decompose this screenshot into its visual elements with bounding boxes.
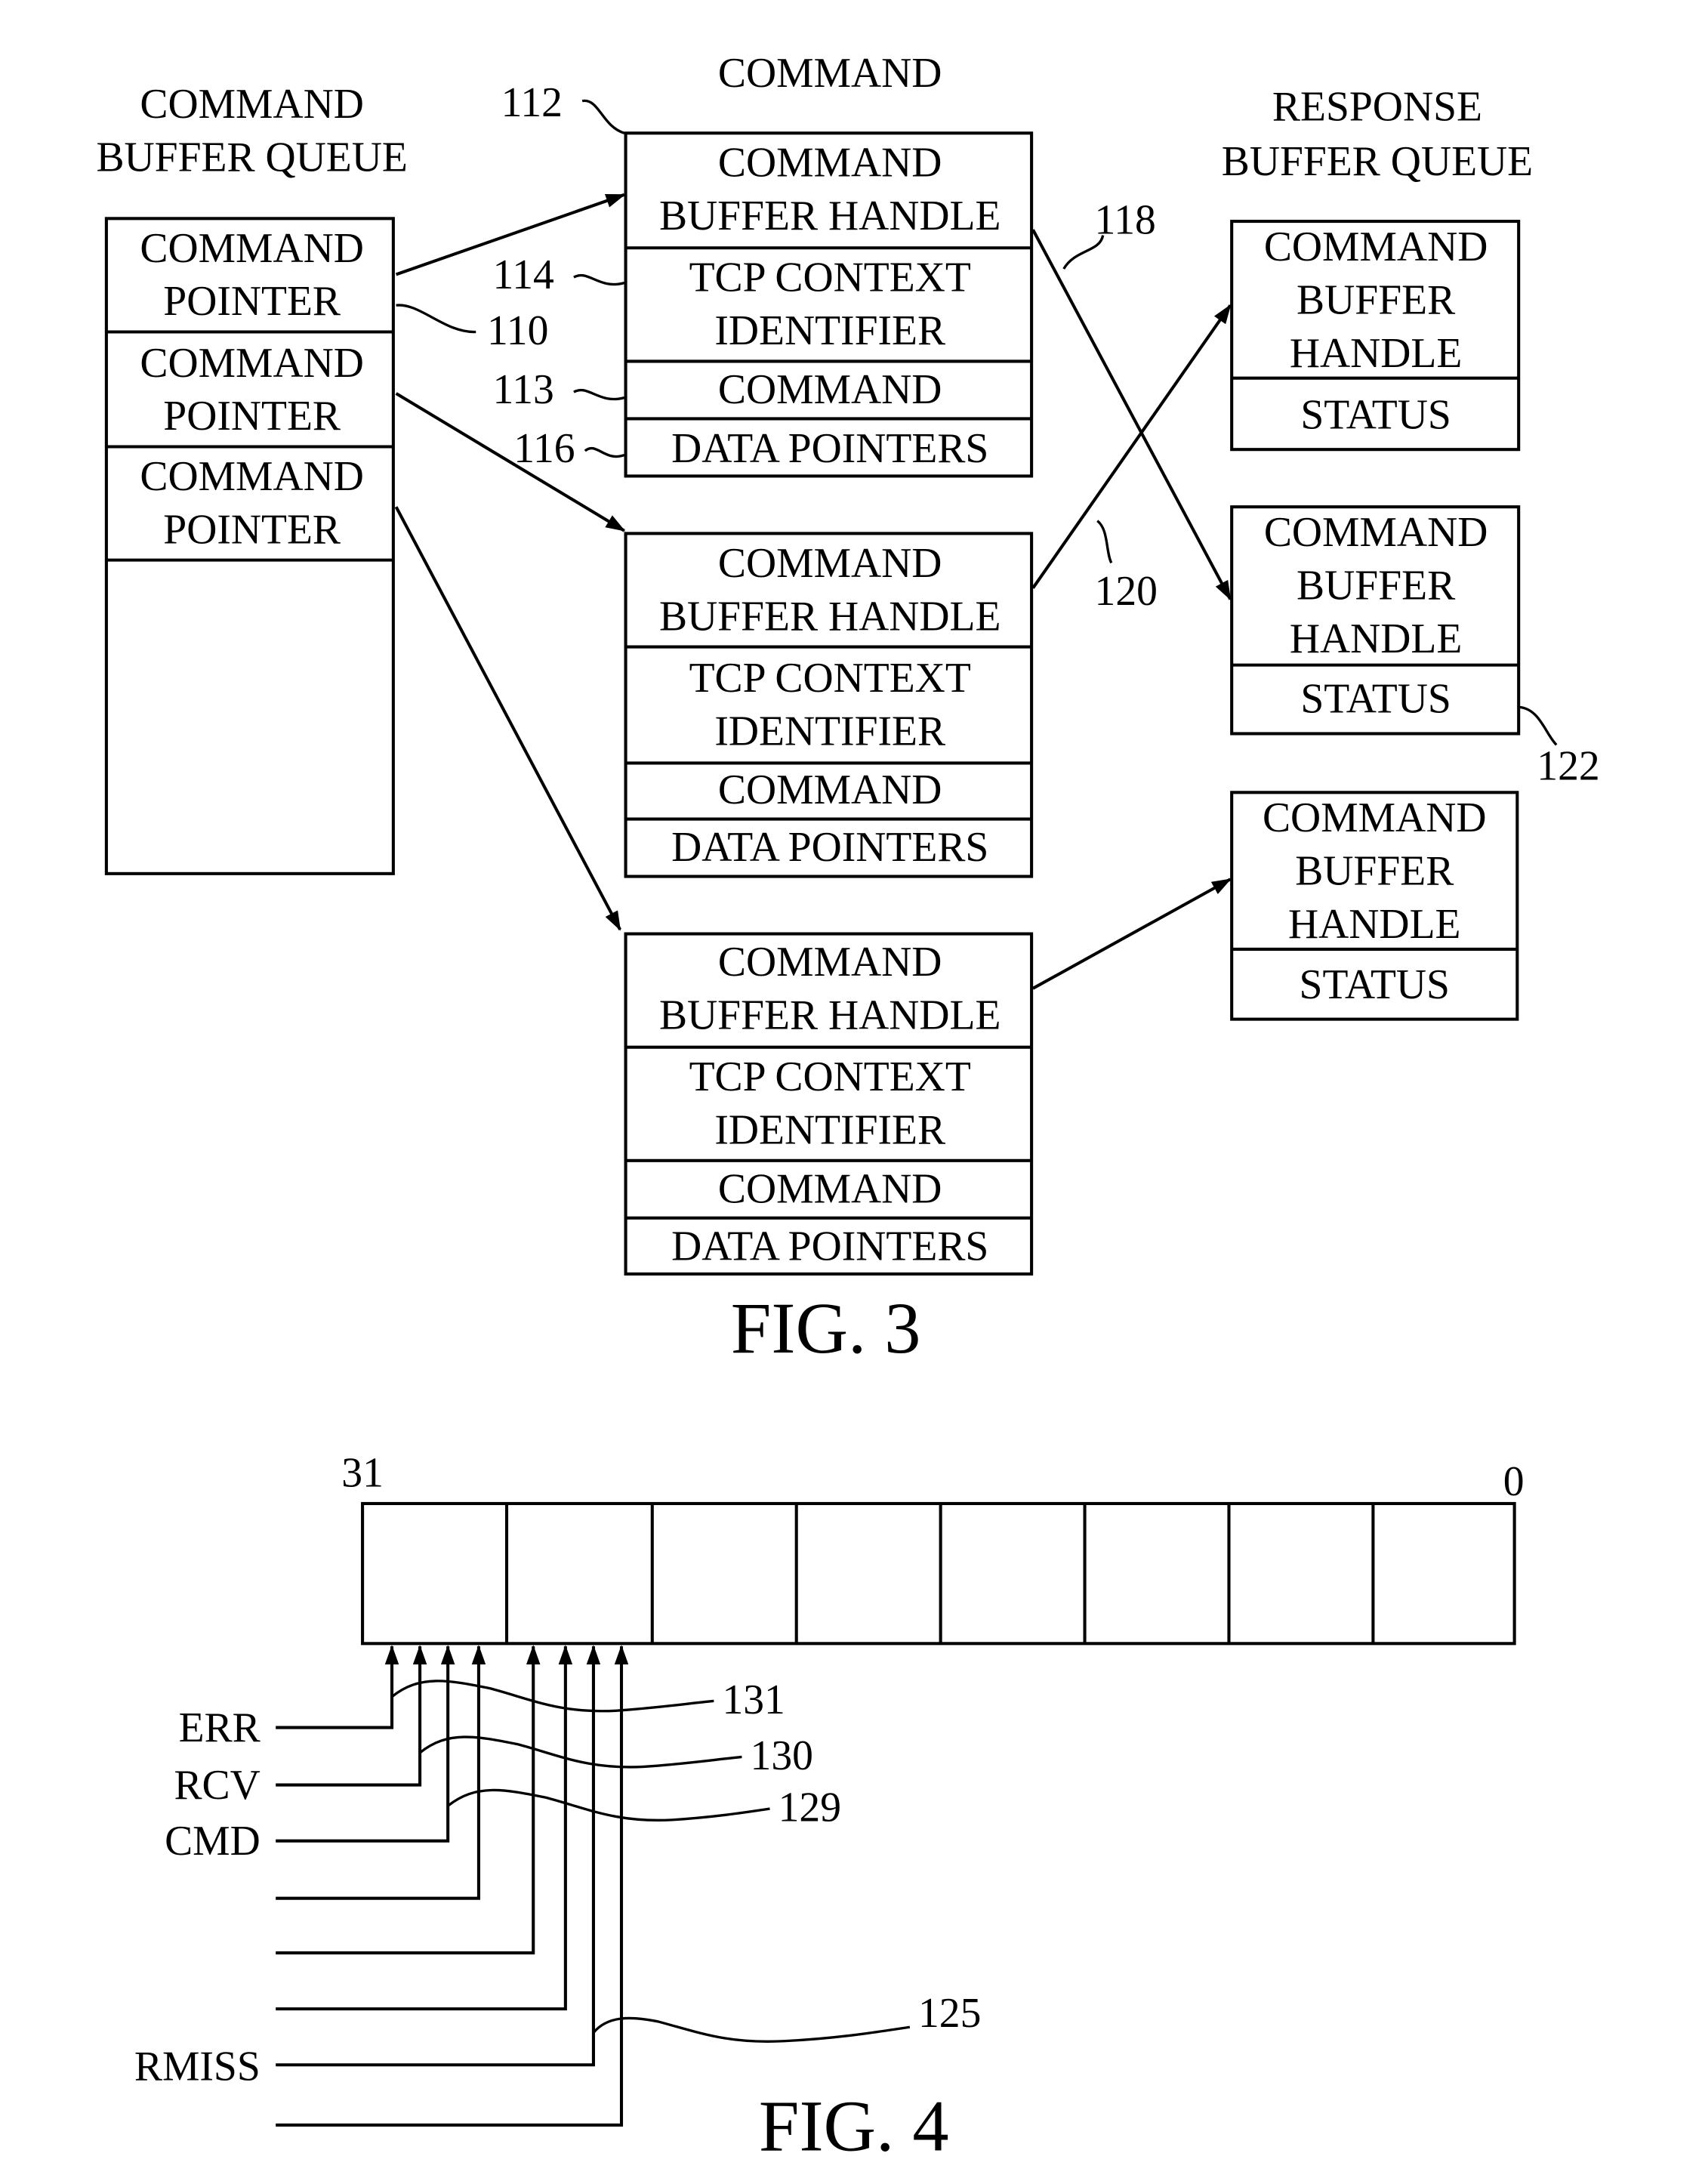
- handle-line2: BUFFER: [1297, 563, 1455, 609]
- cbq-entry-3-line1: COMMAND: [140, 453, 364, 500]
- handle-line2: BUFFER: [1297, 276, 1455, 323]
- leader-131: [390, 1680, 714, 1713]
- data-pointers-field: DATA POINTERS: [671, 824, 988, 871]
- cbq-entry-3-line2: POINTER: [163, 506, 341, 553]
- cbq-title-line1: COMMAND: [140, 81, 364, 128]
- status-field: STATUS: [1300, 391, 1451, 438]
- command-block-1: COMMAND BUFFER HANDLE TCP CONTEXT IDENTI…: [624, 131, 1034, 478]
- handle-line1: COMMAND: [1264, 509, 1488, 556]
- tcp-line2: IDENTIFIER: [714, 1107, 945, 1154]
- fig4-caption: FIG. 4: [759, 2085, 949, 2166]
- handle-line3: HANDLE: [1290, 330, 1463, 377]
- handle-line1: COMMAND: [1264, 224, 1488, 270]
- pointer-arrow-3: [394, 506, 621, 931]
- signal-label-err: ERR: [179, 1704, 261, 1751]
- signal-line-5: [276, 1645, 541, 1955]
- handle-line3: HANDLE: [1290, 615, 1463, 662]
- command-field: COMMAND: [718, 366, 942, 413]
- command-buffer-queue: COMMAND POINTER COMMAND POINTER COMMAND …: [104, 217, 395, 875]
- pointer-arrow-2: [395, 392, 626, 532]
- response-entry-1: COMMAND BUFFER HANDLE STATUS: [1230, 220, 1521, 452]
- signal-line-rmiss: [276, 1645, 601, 2067]
- register: [361, 1501, 1516, 1646]
- ref-125: 125: [918, 1990, 981, 2037]
- bit-31-label: 31: [341, 1450, 384, 1497]
- status-field: STATUS: [1300, 961, 1450, 1008]
- handle-line2: BUFFER HANDLE: [659, 193, 1001, 239]
- tcp-line1: TCP CONTEXT: [689, 1053, 971, 1100]
- ref-131: 131: [722, 1677, 785, 1723]
- leader-122: [1518, 705, 1558, 746]
- fig3-caption: FIG. 3: [731, 1288, 921, 1368]
- signal-line-err: [276, 1645, 399, 1729]
- ref-110: 110: [487, 307, 548, 354]
- response-entry-2: COMMAND BUFFER HANDLE STATUS: [1230, 505, 1521, 736]
- patent-drawing-sheet: COMMAND BUFFER QUEUE COMMAND POINTER COM…: [96, 50, 1599, 2167]
- tcp-line2: IDENTIFIER: [714, 708, 945, 754]
- fig3: COMMAND BUFFER QUEUE COMMAND POINTER COM…: [96, 50, 1599, 1368]
- bit-0-label: 0: [1503, 1458, 1525, 1505]
- leader-113: [573, 388, 625, 401]
- command-field: COMMAND: [718, 1165, 942, 1212]
- handle-line3: HANDLE: [1288, 901, 1461, 948]
- handle-line2: BUFFER HANDLE: [659, 992, 1001, 1039]
- handle-line2: BUFFER HANDLE: [659, 593, 1001, 640]
- rbq-title-line2: BUFFER QUEUE: [1222, 138, 1533, 185]
- leader-125: [592, 2016, 911, 2043]
- ref-120: 120: [1095, 568, 1158, 615]
- signal-label-rcv: RCV: [174, 1762, 260, 1809]
- signal-label-rmiss: RMISS: [134, 2044, 261, 2090]
- leader-129: [447, 1788, 770, 1822]
- tcp-line2: IDENTIFIER: [714, 307, 945, 354]
- command-field: COMMAND: [718, 767, 942, 813]
- command-block-3: COMMAND BUFFER HANDLE TCP CONTEXT IDENTI…: [624, 932, 1034, 1276]
- signal-label-cmd: CMD: [165, 1818, 261, 1865]
- leader-130: [419, 1735, 742, 1769]
- signal-line-rcv: [276, 1645, 427, 1787]
- handle-line1: COMMAND: [718, 939, 942, 986]
- handle-line1: COMMAND: [718, 140, 942, 187]
- cbq-title-line2: BUFFER QUEUE: [96, 134, 407, 180]
- handle-line2: BUFFER: [1295, 848, 1454, 895]
- handle-arrow-3: [1031, 878, 1232, 990]
- register-frame: [361, 1501, 1516, 1646]
- command-title: COMMAND: [718, 50, 942, 97]
- data-pointers-field: DATA POINTERS: [671, 1223, 988, 1269]
- data-pointers-field: DATA POINTERS: [671, 425, 988, 472]
- cbq-entry-2-line1: COMMAND: [140, 340, 364, 387]
- tcp-line1: TCP CONTEXT: [689, 655, 971, 702]
- signal-line-cmd: [276, 1645, 455, 1843]
- fig4: 31 0 ERR RCV CMD RMISS 131 130 129 125 F…: [134, 1450, 1525, 2167]
- leader-112: [581, 99, 625, 134]
- leader-116: [584, 446, 625, 458]
- status-field: STATUS: [1300, 676, 1451, 723]
- response-entry-3: COMMAND BUFFER HANDLE STATUS: [1230, 791, 1519, 1021]
- ref-114: 114: [492, 251, 553, 298]
- ref-129: 129: [779, 1785, 841, 1831]
- ref-112: 112: [501, 79, 563, 126]
- leader-110: [396, 304, 476, 334]
- command-block-2: COMMAND BUFFER HANDLE TCP CONTEXT IDENTI…: [624, 532, 1034, 878]
- handle-line1: COMMAND: [1263, 794, 1487, 841]
- leader-120: [1096, 520, 1113, 564]
- ref-122: 122: [1537, 743, 1599, 790]
- cbq-entry-1-line2: POINTER: [163, 278, 341, 325]
- ref-130: 130: [751, 1732, 813, 1779]
- leader-114: [573, 273, 625, 286]
- rbq-title-line1: RESPONSE: [1272, 84, 1482, 131]
- cbq-entry-1-line1: COMMAND: [140, 225, 364, 272]
- ref-116: 116: [513, 425, 575, 472]
- tcp-line1: TCP CONTEXT: [689, 254, 971, 301]
- signal-lines: [276, 1645, 629, 2127]
- handle-line1: COMMAND: [718, 540, 942, 587]
- ref-113: 113: [492, 366, 553, 413]
- cbq-entry-2-line2: POINTER: [163, 393, 341, 440]
